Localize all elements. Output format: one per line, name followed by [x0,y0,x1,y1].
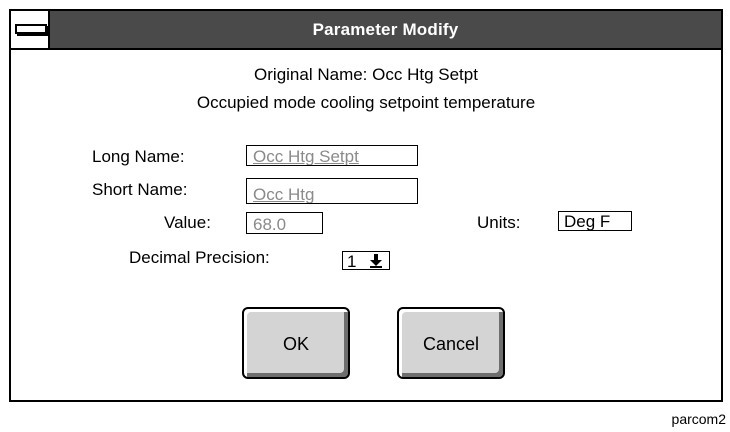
long-name-label: Long Name: [92,147,185,166]
ok-button[interactable]: OK [242,307,350,379]
down-arrow-icon [370,254,382,268]
short-name-label: Short Name: [92,180,188,199]
long-name-field[interactable]: Occ Htg Setpt [246,145,418,166]
short-name-field[interactable]: Occ Htg [246,178,418,204]
dialog-title: Parameter Modify [312,20,459,39]
decimal-precision-value: 1 [347,252,357,271]
parameter-modify-dialog: Parameter Modify Original Name: Occ Htg … [9,9,723,402]
original-name-text: Original Name: Occ Htg Setpt [254,65,478,84]
units-label: Units: [477,213,521,232]
system-menu-icon [15,24,47,34]
value-label: Value: [164,213,211,232]
value-field[interactable]: 68.0 [246,212,323,234]
title-bar: Parameter Modify [11,11,721,50]
system-menu-button[interactable] [11,11,50,48]
long-name-value: Occ Htg Setpt [253,147,359,166]
cancel-button[interactable]: Cancel [397,307,505,379]
decimal-precision-dropdown[interactable]: 1 [342,251,390,271]
decimal-precision-label: Decimal Precision: [129,248,270,267]
figure-caption: parcom2 [671,411,726,427]
short-name-value: Occ Htg [253,185,315,204]
units-field[interactable]: Deg F [558,211,632,231]
units-value: Deg F [564,212,611,231]
description-text: Occupied mode cooling setpoint temperatu… [196,93,536,112]
value-value: 68.0 [253,215,287,234]
